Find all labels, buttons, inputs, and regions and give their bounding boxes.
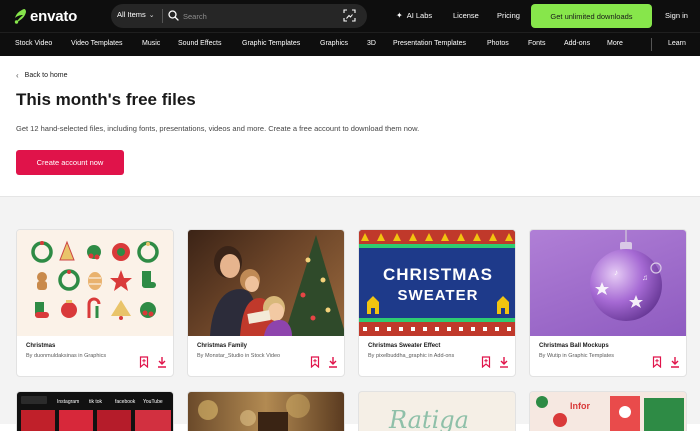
back-to-home-link[interactable]: ‹ Back to home [16,71,67,80]
card-author[interactable]: By Monstar_Studio in Stock Video [197,353,305,359]
sweater-pattern-illustration: CHRISTMAS SWEATER [359,230,515,336]
card-thumbnail[interactable]: CHRISTMAS SWEATER [359,230,515,336]
nav-item-graphics[interactable]: Graphics [320,40,348,47]
card-thumbnail[interactable]: ♪ ♫ [530,230,686,336]
nav-item-learn[interactable]: Learn [668,40,686,47]
card-author[interactable]: By duonmuldaksinas in Graphics [26,353,134,359]
infographic-thumbnail: Infor [530,392,686,431]
search-category-dropdown[interactable]: All Items ⌄ [117,10,155,19]
ai-labs-label: AI Labs [406,11,433,20]
bokeh-thumbnail [198,394,310,431]
card-author[interactable]: By Wutip in Graphic Templates [539,353,647,359]
nav-divider [651,38,652,51]
sign-in-link[interactable]: Sign in [665,11,688,20]
pricing-link[interactable]: Pricing [497,11,520,20]
social-media-thumbnail: Instagram tik tok facebook YouTube [21,396,171,431]
card-title[interactable]: Christmas Ball Mockups [539,343,609,349]
download-icon[interactable] [157,356,167,368]
nav-item-add-ons[interactable]: Add-ons [564,40,590,47]
social-label-tiktok: tik tok [89,399,103,405]
nav-item-fonts[interactable]: Fonts [528,40,546,47]
card-title[interactable]: Christmas Family [197,343,247,349]
envato-logo[interactable]: envato [14,8,77,25]
nav-item-stock-video[interactable]: Stock Video [15,40,52,47]
ai-labs-link[interactable]: ✦ AI Labs [396,11,432,20]
script-font-thumbnail: Ratiga [388,406,469,431]
file-card-christmas-family[interactable]: Christmas Family By Monstar_Studio in St… [187,229,345,377]
card-thumbnail[interactable] [17,230,173,336]
search-input[interactable] [183,8,333,24]
file-card-social-templates[interactable]: Instagram tik tok facebook YouTube [16,391,174,431]
christmas-icons-illustration [31,240,159,320]
sweater-text-line2: SWEATER [398,287,479,304]
search-divider [162,9,163,23]
download-icon[interactable] [499,356,509,368]
christmas-ball-illustration: ♪ ♫ [590,230,662,321]
category-nav: Stock Video Video Templates Music Sound … [0,32,700,56]
family-photo-illustration [210,235,344,336]
search-category-label: All Items [117,10,146,19]
social-label-instagram: Instagram [57,399,79,405]
social-label-youtube: YouTube [143,399,163,405]
search-bar: All Items ⌄ [111,4,367,28]
nav-item-photos[interactable]: Photos [487,40,509,47]
chevron-down-icon: ⌄ [148,12,155,19]
bookmark-icon[interactable] [139,356,149,368]
page-subtitle: Get 12 hand-selected files, including fo… [16,124,420,133]
card-author[interactable]: By pixelbuddha_graphic in Add-ons [368,353,476,359]
top-bar: envato All Items⌄ ✦AI Labs License Prici… [0,0,700,32]
leaf-logo-icon [14,9,26,24]
chevron-left-icon: ‹ [16,71,19,80]
svg-text:♫: ♫ [642,273,648,282]
nav-item-music[interactable]: Music [142,40,160,47]
bookmark-icon[interactable] [652,356,662,368]
nav-item-presentation-templates[interactable]: Presentation Templates [393,40,466,47]
card-thumbnail[interactable] [188,230,344,336]
image-search-icon[interactable] [343,9,356,22]
nav-item-more[interactable]: More [607,40,623,47]
get-unlimited-downloads-button[interactable]: Get unlimited downloads [531,4,652,28]
license-link[interactable]: License [453,11,479,20]
file-card-christmas-ball-mockups[interactable]: ♪ ♫ Christmas Ball Mockups By Wutip in G… [529,229,687,377]
file-card-christmas[interactable]: Christmas By duonmuldaksinas in Graphics [16,229,174,377]
script-font-sample: Ratiga [388,406,469,431]
sparkle-icon: ✦ [396,11,403,20]
file-card-christmas-video[interactable] [187,391,345,431]
sweater-text-line1: CHRISTMAS [383,265,493,284]
social-label-facebook: facebook [115,399,136,405]
file-card-script-font[interactable]: Ratiga [358,391,516,431]
file-card-infographic[interactable]: Infor [529,391,687,431]
nav-item-sound-effects[interactable]: Sound Effects [178,40,221,47]
page-title: This month's free files [16,90,196,109]
bookmark-icon[interactable] [481,356,491,368]
bookmark-icon[interactable] [310,356,320,368]
search-icon [168,10,179,21]
nav-item-3d[interactable]: 3D [367,40,376,47]
download-icon[interactable] [670,356,680,368]
logo-text: envato [30,8,78,25]
download-icon[interactable] [328,356,338,368]
card-title[interactable]: Christmas [26,343,55,349]
card-title[interactable]: Christmas Sweater Effect [368,343,440,349]
back-label: Back to home [24,72,68,79]
infographic-title: Infor [570,401,590,411]
nav-item-video-templates[interactable]: Video Templates [71,40,123,47]
create-account-button[interactable]: Create account now [16,150,124,175]
nav-item-graphic-templates[interactable]: Graphic Templates [242,40,300,47]
file-card-christmas-sweater-effect[interactable]: CHRISTMAS SWEATER Christmas Sweater Effe… [358,229,516,377]
svg-text:♪: ♪ [614,268,618,277]
